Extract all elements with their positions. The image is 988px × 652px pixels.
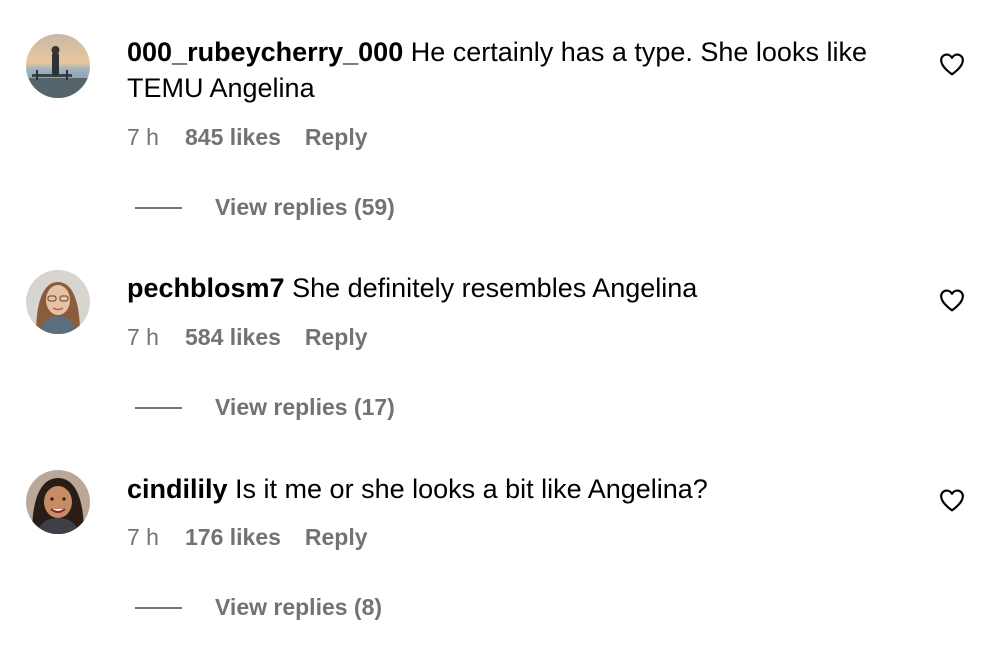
- reply-button[interactable]: Reply: [305, 322, 368, 352]
- comment-text: 000_rubeycherry_000 He certainly has a t…: [127, 34, 907, 106]
- avatar[interactable]: [26, 34, 90, 98]
- avatar[interactable]: [26, 470, 90, 534]
- replies-divider-line: [135, 607, 182, 609]
- comment-timestamp[interactable]: 7 h: [127, 322, 159, 352]
- comment-text: pechblosm7 She definitely resembles Ange…: [127, 270, 907, 306]
- avatar-image: [26, 34, 90, 98]
- avatar-image: [26, 270, 90, 334]
- avatar[interactable]: [26, 270, 90, 334]
- comment-meta: 7 h 845 likes Reply: [127, 122, 368, 152]
- comment-body: She definitely resembles Angelina: [292, 273, 698, 303]
- heart-outline-icon[interactable]: [939, 488, 965, 512]
- comment-likes-count[interactable]: 584 likes: [185, 322, 281, 352]
- comment-username[interactable]: cindilily: [127, 474, 228, 504]
- comment-timestamp[interactable]: 7 h: [127, 122, 159, 152]
- view-replies-label: View replies (8): [215, 594, 383, 620]
- comment-meta: 7 h 176 likes Reply: [127, 522, 368, 552]
- comment-username[interactable]: pechblosm7: [127, 273, 285, 303]
- replies-divider-line: [135, 207, 182, 209]
- comment-likes-count[interactable]: 845 likes: [185, 122, 281, 152]
- avatar-image: [26, 470, 90, 534]
- comment-text: cindilily Is it me or she looks a bit li…: [127, 471, 907, 507]
- heart-outline-icon[interactable]: [939, 288, 965, 312]
- comment-body: Is it me or she looks a bit like Angelin…: [235, 474, 708, 504]
- comment-username[interactable]: 000_rubeycherry_000: [127, 37, 403, 67]
- comment-timestamp[interactable]: 7 h: [127, 522, 159, 552]
- view-replies-label: View replies (17): [215, 394, 395, 420]
- replies-divider-line: [135, 407, 182, 409]
- view-replies-label: View replies (59): [215, 194, 395, 220]
- reply-button[interactable]: Reply: [305, 122, 368, 152]
- reply-button[interactable]: Reply: [305, 522, 368, 552]
- comment-meta: 7 h 584 likes Reply: [127, 322, 368, 352]
- heart-outline-icon[interactable]: [939, 52, 965, 76]
- comment-likes-count[interactable]: 176 likes: [185, 522, 281, 552]
